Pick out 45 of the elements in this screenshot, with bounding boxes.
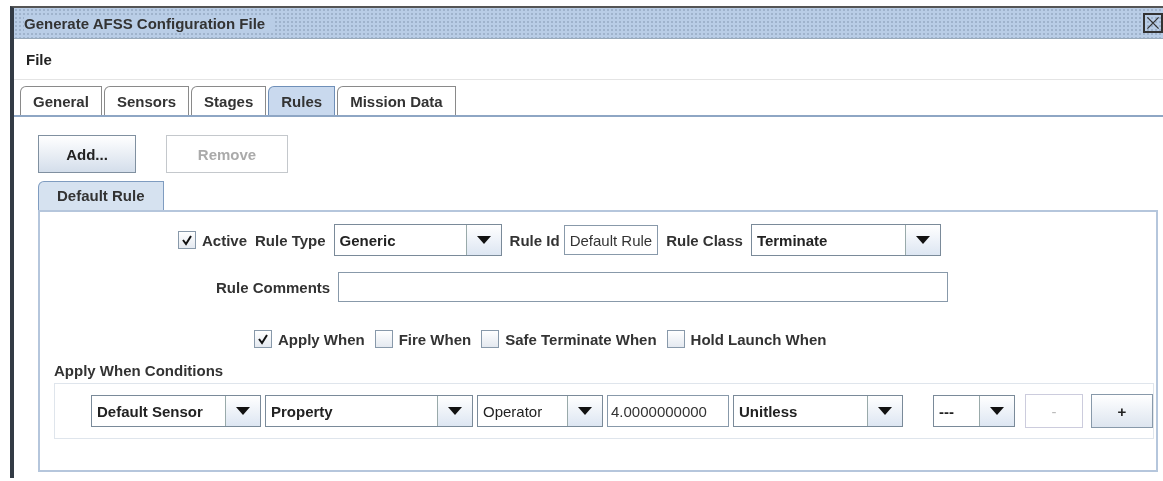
checkbox[interactable] [254, 330, 272, 348]
caret-icon [476, 236, 491, 244]
checkbox[interactable] [666, 330, 685, 348]
checkmark-icon [181, 234, 193, 246]
tab[interactable]: Rules [268, 86, 336, 115]
tab[interactable]: Mission Data [337, 86, 456, 115]
menu-item[interactable]: File [26, 50, 52, 68]
text-field[interactable]: Default Rule [563, 225, 659, 255]
dropdown[interactable]: Unitless [733, 395, 903, 427]
tab[interactable]: Default Rule [38, 181, 164, 210]
checkbox[interactable] [178, 231, 196, 249]
field-label: Rule Id [509, 231, 560, 249]
checkmark-icon [257, 333, 269, 345]
dropdown[interactable]: Property [265, 395, 473, 427]
field-label: Rule Class [666, 231, 743, 249]
caret-icon [578, 407, 592, 415]
caret-icon [915, 236, 930, 244]
dropdown[interactable]: --- [933, 395, 1015, 427]
tab[interactable]: Stages [191, 86, 267, 115]
tab[interactable]: General [20, 86, 102, 115]
field-label: Rule Type [255, 231, 326, 249]
caret-icon [236, 407, 250, 415]
add-button[interactable]: Add... [38, 135, 136, 173]
checkbox-label[interactable]: Hold Launch When [690, 330, 827, 348]
checkbox-label[interactable]: Active [202, 231, 248, 249]
dropdown[interactable]: Default Sensor [91, 395, 261, 427]
caret-icon [990, 407, 1004, 415]
dropdown[interactable]: Terminate [750, 224, 941, 256]
text-field[interactable] [338, 272, 949, 302]
text-field[interactable]: 4.0000000000 [607, 395, 729, 427]
checkbox-label[interactable]: Apply When [278, 330, 365, 348]
dropdown[interactable]: Operator [477, 395, 603, 427]
dropdown[interactable]: Generic [333, 224, 502, 256]
close-icon[interactable] [1143, 13, 1163, 33]
checkbox-label[interactable]: Safe Terminate When [505, 330, 657, 348]
caret-icon [448, 407, 462, 415]
caret-icon [878, 407, 892, 415]
field-label: Rule Comments [216, 278, 331, 296]
tab[interactable]: Sensors [103, 86, 190, 115]
add-button[interactable]: + [1091, 394, 1153, 428]
checkbox[interactable] [481, 330, 500, 348]
checkbox[interactable] [374, 330, 393, 348]
window-title: Generate AFSS Configuration File [24, 14, 274, 32]
group-title: Apply When Conditions [54, 362, 225, 379]
checkbox-label[interactable]: Fire When [398, 330, 472, 348]
